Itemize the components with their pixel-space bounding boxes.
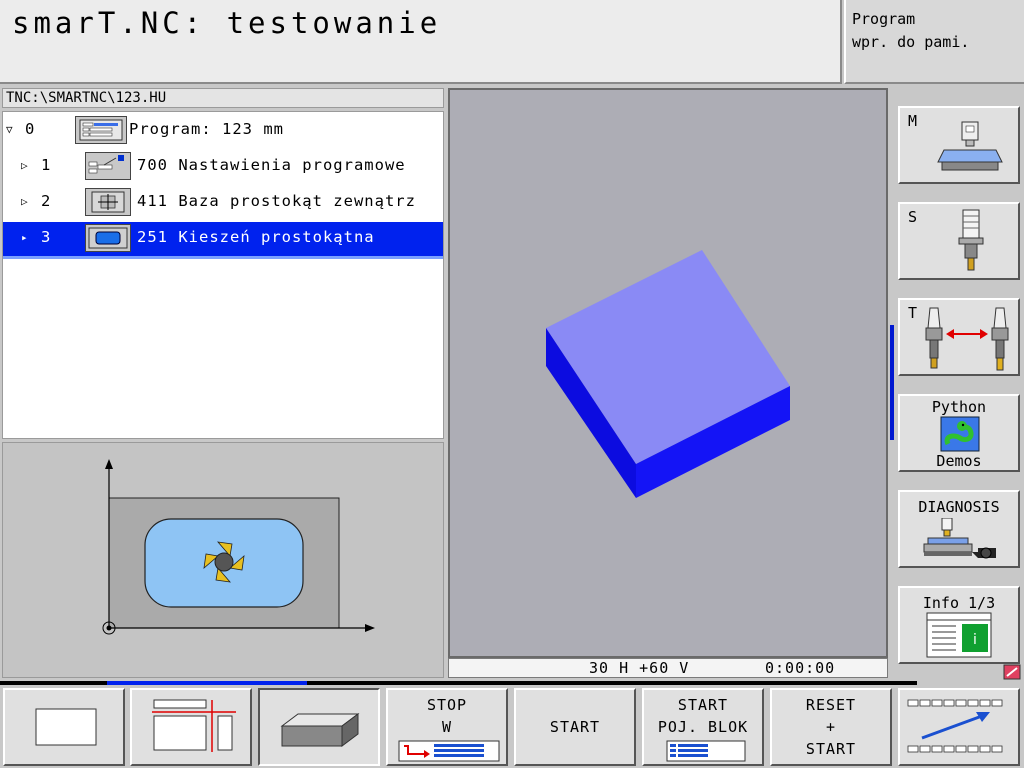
softkey-label: Demos — [936, 452, 982, 470]
info-icon: i — [926, 612, 992, 658]
softkey-switch-icon — [907, 699, 1003, 753]
app-title: smarT.NC: testowanie — [12, 6, 442, 40]
machining-time: 0:00:00 — [765, 659, 836, 677]
softkey-view-3d[interactable] — [258, 688, 380, 766]
program-icon — [666, 740, 746, 762]
expand-triangle-icon[interactable]: ▽ — [6, 123, 14, 136]
expand-triangle-icon[interactable]: ▷ — [21, 195, 29, 208]
softkey-level-indicator — [107, 681, 307, 685]
softkey-scroll-indicator — [890, 325, 894, 440]
3d-block-icon — [280, 713, 360, 747]
softkey-reset-start[interactable]: RESET + START — [770, 688, 892, 766]
softkey-info[interactable]: Info 1/3 i — [898, 586, 1020, 664]
softkey-python-demos[interactable]: Python Demos — [898, 394, 1020, 472]
mode-label-line2: wpr. do pami. — [852, 33, 970, 51]
cycle-help-graphic — [2, 442, 444, 678]
diagnosis-icon — [923, 518, 996, 559]
vertical-softkey-bar: M S T Python Demos DIAGNOSIS Info 1/3 i — [890, 88, 1024, 680]
file-path-bar: TNC:\SMARTNC\123.HU — [2, 88, 444, 108]
blank-view-icon — [35, 708, 97, 746]
softkey-diagnosis[interactable]: DIAGNOSIS — [898, 490, 1020, 568]
program-icon — [398, 740, 500, 762]
tree-row-program[interactable]: ▽ 0 Program: 123 mm — [3, 114, 443, 148]
machine-table-icon — [937, 121, 1003, 171]
softkey-label: S — [908, 208, 918, 226]
tree-row-datum-rectangle[interactable]: ▷ 2 411 Baza prostokąt zewnątrz — [3, 186, 443, 220]
softkey-label: T — [908, 304, 918, 322]
program-header-icon — [75, 116, 127, 144]
softkey-label: RESET — [805, 696, 857, 714]
svg-text:i: i — [973, 632, 977, 648]
softkey-label: START — [805, 740, 857, 758]
tool-change-icon — [925, 307, 1009, 371]
softkey-m-function[interactable]: M — [898, 106, 1020, 184]
tree-row-label: 251 Kieszeń prostokątna — [137, 228, 375, 246]
split-view-icon — [152, 699, 236, 752]
program-tree: ▽ 0 Program: 123 mm ▷ 1 700 Nastawienia … — [2, 111, 444, 439]
tree-row-number: 2 — [41, 192, 52, 210]
softkey-view-full[interactable] — [3, 688, 125, 766]
workpiece-3d — [546, 250, 790, 498]
rectangular-pocket-icon — [85, 224, 131, 252]
softkey-start-single-block[interactable]: START POJ. BLOK — [642, 688, 764, 766]
softkey-stop-at[interactable]: STOP W — [386, 688, 508, 766]
softkey-label: + — [825, 718, 837, 736]
softkey-label: START — [549, 718, 601, 736]
python-icon — [940, 416, 980, 452]
softkey-label: W — [441, 718, 453, 736]
softkey-spindle[interactable]: S — [898, 202, 1020, 280]
program-settings-icon — [85, 152, 131, 180]
view-status-bar: 30 H +60 V 0:00:00 — [448, 658, 888, 678]
datum-rectangle-icon — [85, 188, 131, 216]
tree-row-number: 0 — [25, 120, 36, 138]
mode-label-line1: Program — [852, 10, 916, 28]
softkey-label: START — [677, 696, 729, 714]
tree-row-label: 411 Baza prostokąt zewnątrz — [137, 192, 416, 210]
spindle-icon — [958, 209, 984, 271]
softkey-view-split[interactable] — [130, 688, 252, 766]
softkey-tool[interactable]: T — [898, 298, 1020, 376]
softkey-label: M — [908, 112, 918, 130]
graphics-view[interactable] — [448, 88, 888, 658]
softkey-start[interactable]: START — [514, 688, 636, 766]
expand-triangle-icon[interactable]: ▷ — [21, 159, 29, 172]
screen-switch-icon[interactable] — [1003, 664, 1021, 680]
expand-triangle-icon[interactable]: ▸ — [21, 231, 29, 244]
softkey-label: Info 1/3 — [922, 594, 996, 612]
header-bar: smarT.NC: testowanie — [0, 0, 842, 84]
tree-row-label: Program: 123 mm — [129, 120, 284, 138]
tree-row-label: 700 Nastawienia programowe — [137, 156, 406, 174]
softkey-label: POJ. BLOK — [657, 718, 749, 736]
softkey-label: DIAGNOSIS — [918, 498, 1000, 516]
tree-row-rectangular-pocket[interactable]: ▸ 3 251 Kieszeń prostokątna — [3, 222, 443, 259]
tree-row-number: 3 — [41, 228, 52, 246]
operating-mode-box: Program wpr. do pami. — [844, 0, 1024, 84]
view-angle: 30 H +60 V — [589, 659, 690, 677]
tree-row-number: 1 — [41, 156, 52, 174]
softkey-next-row[interactable] — [898, 688, 1020, 766]
softkey-label: Python — [931, 398, 987, 416]
softkey-label: STOP — [426, 696, 468, 714]
tree-row-program-settings[interactable]: ▷ 1 700 Nastawienia programowe — [3, 150, 443, 184]
